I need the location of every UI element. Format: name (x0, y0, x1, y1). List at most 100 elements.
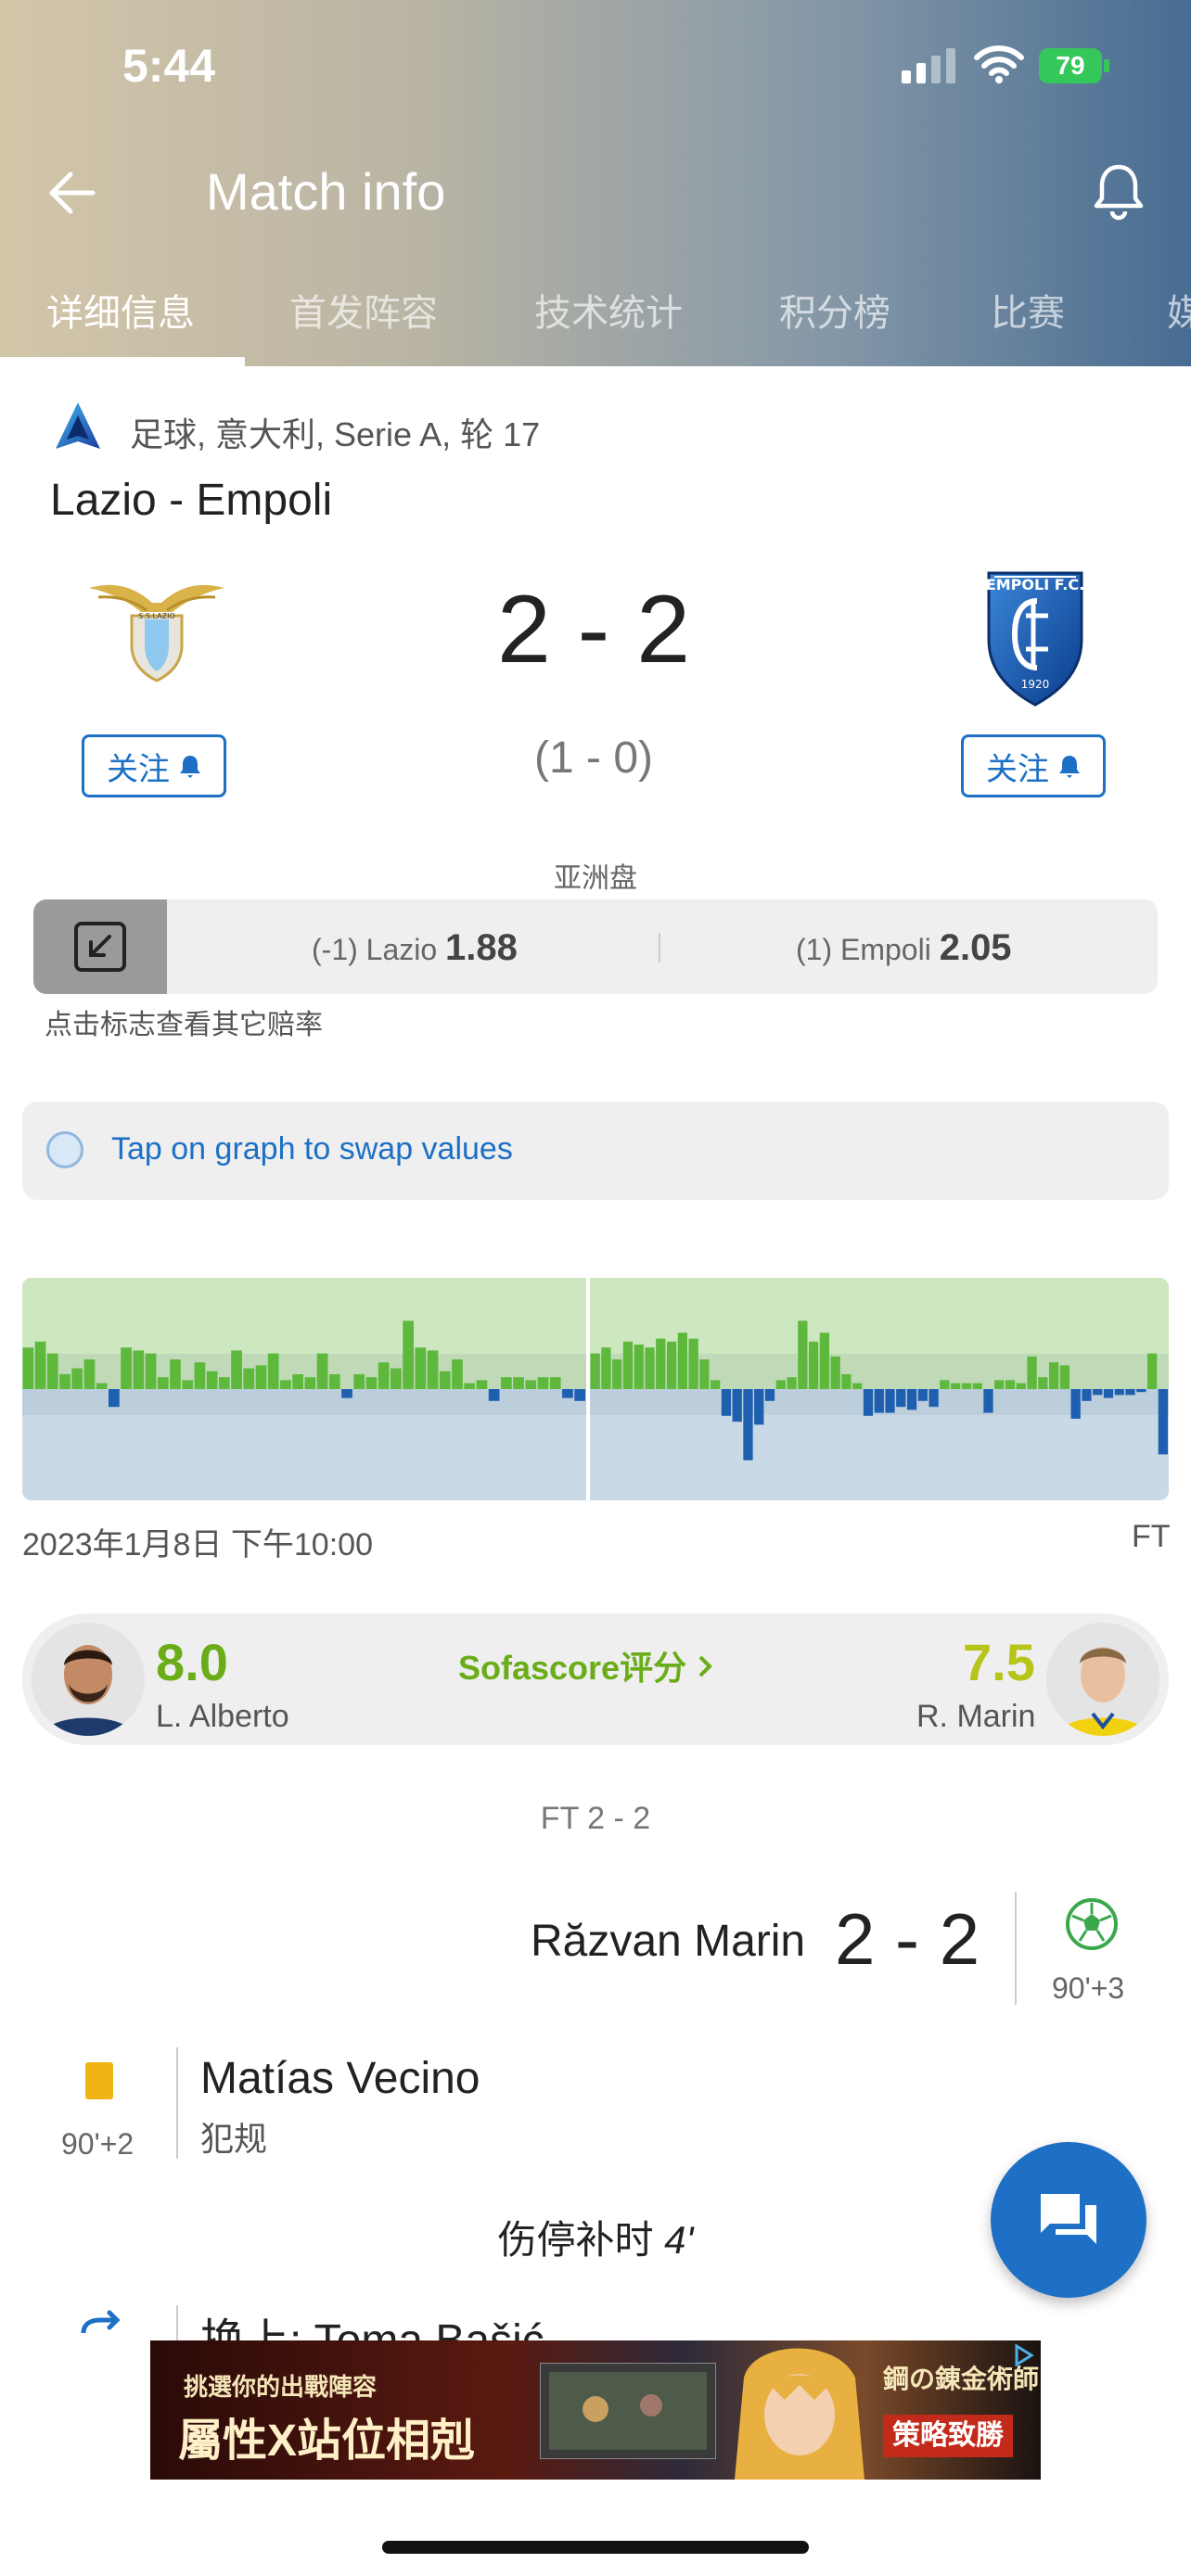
home-odds[interactable]: (-1) Lazio 1.88 (312, 927, 518, 969)
odds-bar[interactable]: (-1) Lazio 1.88 (1) Empoli 2.05 (33, 899, 1158, 994)
svg-text:S.S.LAZIO: S.S.LAZIO (138, 612, 175, 620)
swap-label: Tap on graph to swap values (111, 1131, 513, 1167)
lazio-crest-icon[interactable]: S.S.LAZIO (80, 575, 234, 686)
momentum-bar (365, 1377, 378, 1389)
tab-standings[interactable]: 积分榜 (779, 283, 890, 337)
ad-banner[interactable]: 挑選你的出戰陣容 屬性X站位相剋 鋼の錬金術師 策略致勝 (150, 2340, 1041, 2480)
momentum-bar (721, 1389, 732, 1416)
tab-matches[interactable]: 比赛 (991, 283, 1065, 337)
goal-scorer[interactable]: Răzvan Marin (531, 1916, 805, 1967)
momentum-bar (1048, 1362, 1059, 1389)
halftime-divider (586, 1278, 590, 1500)
momentum-bar (537, 1377, 549, 1389)
substitution-player-in[interactable]: 换上: Toma Bašić (200, 2303, 544, 2342)
tab-lineups[interactable]: 首发阵容 (289, 283, 438, 337)
odds-hint: 点击标志查看其它赔率 (45, 1010, 323, 1040)
tab-media[interactable]: 媒 (1167, 283, 1191, 337)
momentum-bar (206, 1371, 218, 1389)
swap-values-toggle[interactable]: Tap on graph to swap values (22, 1102, 1169, 1200)
momentum-bar (863, 1389, 874, 1416)
momentum-bar (677, 1333, 687, 1389)
momentum-bar (1027, 1356, 1037, 1389)
follow-empoli-button[interactable]: 关注 (961, 734, 1106, 797)
sofascore-rating-link[interactable]: Sofascore评分 (458, 1641, 714, 1690)
page-title: Match info (206, 162, 446, 221)
right-rating-value: 7.5 (963, 1633, 1035, 1691)
substitution-icon (78, 2309, 124, 2333)
back-arrow-icon[interactable] (45, 165, 100, 221)
momentum-bar (711, 1380, 721, 1389)
active-tab-indicator (0, 357, 245, 366)
player-ratings-card[interactable]: 8.0 L. Alberto Sofascore评分 7.5 R. Marin (22, 1613, 1169, 1745)
momentum-bar (476, 1380, 488, 1389)
swap-radio[interactable] (46, 1131, 83, 1168)
ft-score-label: FT 2 - 2 (540, 1801, 651, 1836)
momentum-bar (754, 1389, 764, 1425)
external-link-icon (74, 922, 126, 972)
empoli-crest-icon[interactable]: EMPOLI F.C. 1920 (981, 560, 1089, 708)
tab-statistics[interactable]: 技术统计 (534, 283, 683, 337)
wifi-icon (974, 45, 1024, 83)
momentum-bar (808, 1341, 819, 1389)
momentum-bar (1158, 1389, 1168, 1455)
away-odds[interactable]: (1) Empoli 2.05 (796, 927, 1012, 969)
momentum-bar (917, 1389, 928, 1401)
momentum-bar (885, 1389, 895, 1413)
momentum-bar (940, 1380, 950, 1389)
signal-icon (902, 48, 955, 83)
momentum-bar (562, 1389, 573, 1398)
bell-icon (1059, 756, 1080, 778)
yellow-card-reason: 犯规 (200, 2120, 268, 2158)
ad-game-screenshot (540, 2363, 716, 2459)
svg-text:EMPOLI F.C.: EMPOLI F.C. (986, 576, 1084, 593)
momentum-bar (1125, 1389, 1135, 1396)
match-date: 2023年1月8日 下午10:00 (22, 1527, 373, 1562)
momentum-bar (500, 1377, 512, 1389)
follow-lazio-button[interactable]: 关注 (82, 734, 226, 797)
momentum-bar (22, 1347, 34, 1389)
momentum-bar (574, 1389, 585, 1401)
ad-choices-icon[interactable] (1013, 2344, 1035, 2366)
momentum-bar (145, 1353, 157, 1389)
momentum-bar (549, 1377, 561, 1389)
momentum-bar (666, 1341, 677, 1389)
event-divider (176, 2305, 178, 2342)
momentum-bar (59, 1374, 70, 1389)
match-score: 2 - 2 (496, 576, 691, 683)
momentum-graph[interactable] (22, 1278, 1169, 1500)
momentum-bar (280, 1380, 291, 1389)
momentum-bar (243, 1368, 255, 1389)
momentum-bar (688, 1338, 698, 1389)
momentum-bar (218, 1377, 230, 1389)
momentum-bar (787, 1377, 797, 1389)
bell-icon (180, 756, 200, 778)
chat-button[interactable] (991, 2142, 1146, 2298)
momentum-bar (972, 1383, 982, 1389)
bell-icon[interactable] (1087, 159, 1150, 223)
league-round-text: 足球, 意大利, Serie A, 轮 17 (130, 415, 541, 453)
momentum-bar (267, 1353, 279, 1389)
avatar-left-player[interactable] (32, 1623, 145, 1736)
momentum-bar (34, 1341, 46, 1389)
ad-character-art (735, 2348, 864, 2480)
yellow-card-time: 90'+2 (61, 2127, 134, 2161)
yellow-card-player[interactable]: Matías Vecino (200, 2053, 480, 2104)
momentum-bar (353, 1374, 365, 1389)
match-title: Lazio - Empoli (50, 476, 333, 525)
momentum-bar (1093, 1389, 1103, 1396)
momentum-bar (622, 1341, 634, 1389)
graph-band-lower (22, 1389, 1169, 1415)
momentum-bar (830, 1356, 840, 1389)
momentum-bar (896, 1389, 906, 1408)
momentum-bar (1103, 1389, 1114, 1398)
odds-provider-button[interactable] (33, 899, 167, 994)
momentum-bar (1114, 1389, 1124, 1396)
chat-icon (1041, 2194, 1096, 2244)
momentum-bar (764, 1389, 775, 1401)
tab-details[interactable]: 详细信息 (46, 283, 195, 337)
ad-tagline: 挑選你的出戰陣容 (184, 2373, 378, 2401)
ad-cta-button[interactable]: 策略致勝 (883, 2415, 1013, 2457)
momentum-bar (109, 1389, 120, 1408)
avatar-right-player[interactable] (1046, 1623, 1159, 1736)
halftime-score: (1 - 0) (533, 733, 653, 783)
